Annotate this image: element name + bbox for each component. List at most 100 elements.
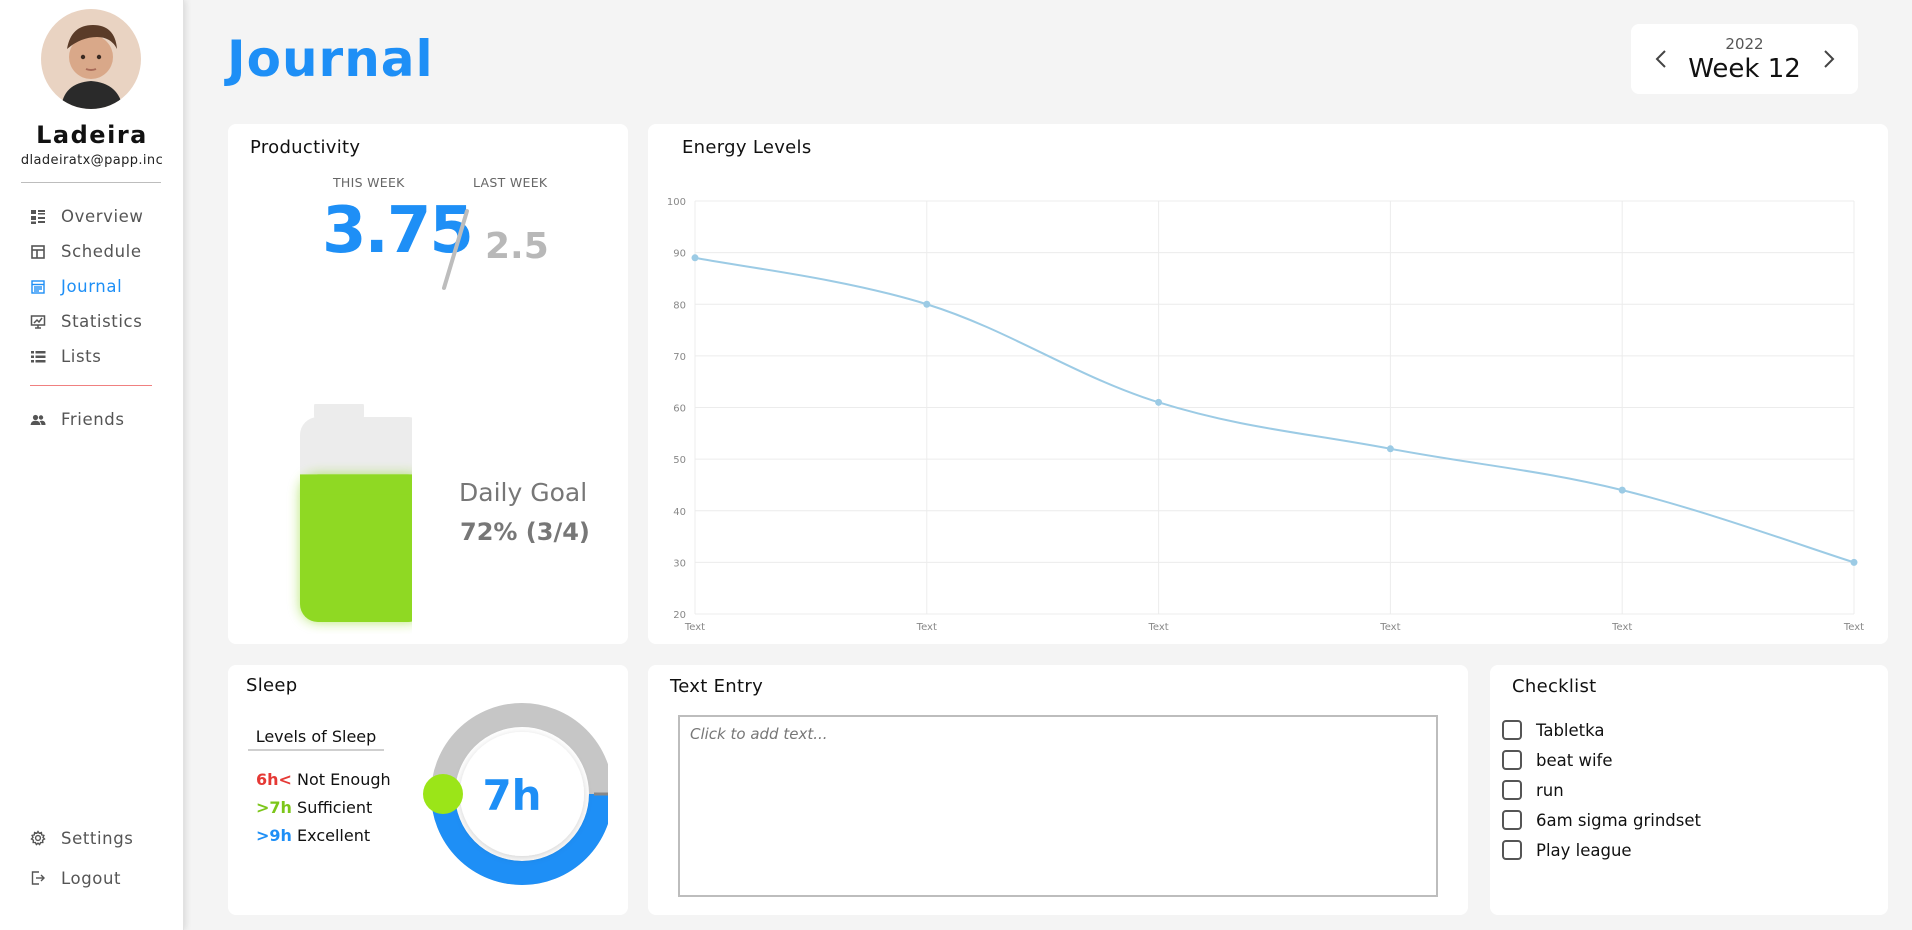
nav-item-journal[interactable]: Journal xyxy=(0,269,184,304)
nav-label: Schedule xyxy=(61,242,142,261)
x-tick-label: Text xyxy=(1843,622,1864,633)
journal-icon xyxy=(30,279,46,295)
main-nav: Overview Schedule Journal Statistics Lis… xyxy=(0,199,184,374)
energy-series-line xyxy=(694,256,1855,564)
energy-data-point xyxy=(1618,486,1626,494)
text-entry-title: Text Entry xyxy=(670,676,764,697)
nav-label: Statistics xyxy=(61,312,143,331)
page-title: Journal xyxy=(227,30,434,88)
checklist-title: Checklist xyxy=(1512,676,1597,697)
checklist-item[interactable]: Tabletka xyxy=(1502,715,1701,745)
energy-data-point xyxy=(691,254,699,262)
x-tick-label: Text xyxy=(916,622,937,633)
profile-name: Ladeira xyxy=(36,121,148,149)
nav-label: Lists xyxy=(61,347,102,366)
checklist-item-label: 6am sigma grindset xyxy=(1536,810,1701,830)
this-week-label: THIS WEEK xyxy=(333,175,405,190)
checklist-item[interactable]: 6am sigma grindset xyxy=(1502,805,1701,835)
y-tick-label: 90 xyxy=(673,249,686,260)
y-tick-label: 100 xyxy=(667,197,686,208)
sleep-level-key: 6h< xyxy=(256,770,292,789)
battery-gauge xyxy=(300,404,412,622)
sleep-level-label: Sufficient xyxy=(297,798,373,817)
checklist-card: Checklist Tabletka beat wife run 6am sig… xyxy=(1490,665,1888,915)
sleep-level-key: >9h xyxy=(256,826,292,845)
nav-item-schedule[interactable]: Schedule xyxy=(0,234,184,269)
nav-divider xyxy=(30,385,152,386)
nav-label: Logout xyxy=(61,868,122,888)
energy-card: Energy Levels 100 90 80 70 60 50 40 30 20 Text Tex… xyxy=(648,124,1888,644)
x-tick-label: Text xyxy=(1611,622,1632,633)
y-tick-label: 80 xyxy=(673,300,686,311)
week-picker: 2022 Week 12 xyxy=(1631,24,1858,94)
text-entry-card: Text Entry xyxy=(648,665,1468,915)
battery-fill xyxy=(300,474,412,622)
nav-label: Friends xyxy=(61,410,125,429)
gear-icon xyxy=(30,830,46,846)
sleep-level-key: >7h xyxy=(256,798,292,817)
checklist: Tabletka beat wife run 6am sigma grindse… xyxy=(1502,715,1701,865)
y-tick-label: 40 xyxy=(673,507,686,518)
checkbox[interactable] xyxy=(1502,810,1522,830)
nav-label: Journal xyxy=(61,277,123,296)
sidebar: Ladeira dladeiratx@papp.inc Overview Sch… xyxy=(0,0,184,930)
last-week-value: 2.5 xyxy=(485,226,549,267)
daily-goal-label: Daily Goal xyxy=(459,478,588,507)
nav-label: Overview xyxy=(61,207,144,226)
nav-item-logout[interactable]: Logout xyxy=(0,858,184,898)
friends-icon xyxy=(30,412,46,428)
productivity-card: Productivity THIS WEEK LAST WEEK 3.75 2.… xyxy=(228,124,628,644)
energy-data-point xyxy=(1386,445,1394,453)
checklist-item-label: Tabletka xyxy=(1536,720,1605,740)
sleep-level-sufficient: >7h Sufficient xyxy=(256,798,372,817)
sleep-card: Sleep Levels of Sleep 6h< Not Enough >7h… xyxy=(228,665,628,915)
energy-data-point xyxy=(923,300,931,308)
checkbox[interactable] xyxy=(1502,780,1522,800)
profile-email: dladeiratx@papp.inc xyxy=(20,153,164,168)
checkbox[interactable] xyxy=(1502,720,1522,740)
logout-icon xyxy=(30,870,46,886)
sleep-level-not-enough: 6h< Not Enough xyxy=(256,770,391,789)
checkbox[interactable] xyxy=(1502,840,1522,860)
nav-item-friends[interactable]: Friends xyxy=(0,402,184,437)
sleep-level-label: Not Enough xyxy=(297,770,391,789)
y-tick-label: 60 xyxy=(673,404,686,415)
x-tick-label: Text xyxy=(1379,622,1400,633)
last-week-label: LAST WEEK xyxy=(473,175,548,190)
nav-item-settings[interactable]: Settings xyxy=(0,818,184,858)
schedule-icon xyxy=(30,244,46,260)
overview-icon xyxy=(30,209,46,225)
x-tick-label: Text xyxy=(1147,622,1168,633)
checklist-item-label: run xyxy=(1536,780,1564,800)
nav-item-lists[interactable]: Lists xyxy=(0,339,184,374)
daily-goal-value: 72% (3/4) xyxy=(460,518,590,546)
avatar[interactable] xyxy=(41,9,141,109)
checklist-item[interactable]: run xyxy=(1502,775,1701,805)
checklist-item-label: beat wife xyxy=(1536,750,1613,770)
checkbox[interactable] xyxy=(1502,750,1522,770)
slash-divider xyxy=(442,209,469,290)
lists-icon xyxy=(30,349,46,365)
checklist-item[interactable]: Play league xyxy=(1502,835,1701,865)
nav-item-overview[interactable]: Overview xyxy=(0,199,184,234)
energy-data-point xyxy=(1850,558,1858,566)
y-tick-label: 50 xyxy=(673,455,686,466)
statistics-icon xyxy=(30,314,46,330)
next-week-button[interactable] xyxy=(1817,46,1841,72)
x-tick-label: Text xyxy=(684,622,705,633)
nav-item-statistics[interactable]: Statistics xyxy=(0,304,184,339)
y-tick-label: 70 xyxy=(673,352,686,363)
nav-label: Settings xyxy=(61,828,134,848)
sleep-level-excellent: >9h Excellent xyxy=(256,826,370,845)
journal-text-input[interactable] xyxy=(678,715,1438,897)
productivity-title: Productivity xyxy=(250,137,361,158)
energy-chart: 1009080706050403020Text Text Text Text Text T… xyxy=(667,197,1864,633)
energy-data-point xyxy=(1155,398,1163,406)
chevron-right-icon xyxy=(1824,50,1835,68)
sleep-level-label: Excellent xyxy=(297,826,371,845)
sleep-title: Sleep xyxy=(246,675,298,696)
sleep-value: 7h xyxy=(482,771,542,820)
y-tick-label: 30 xyxy=(673,558,686,569)
checklist-item[interactable]: beat wife xyxy=(1502,745,1701,775)
profile-divider xyxy=(21,182,161,183)
